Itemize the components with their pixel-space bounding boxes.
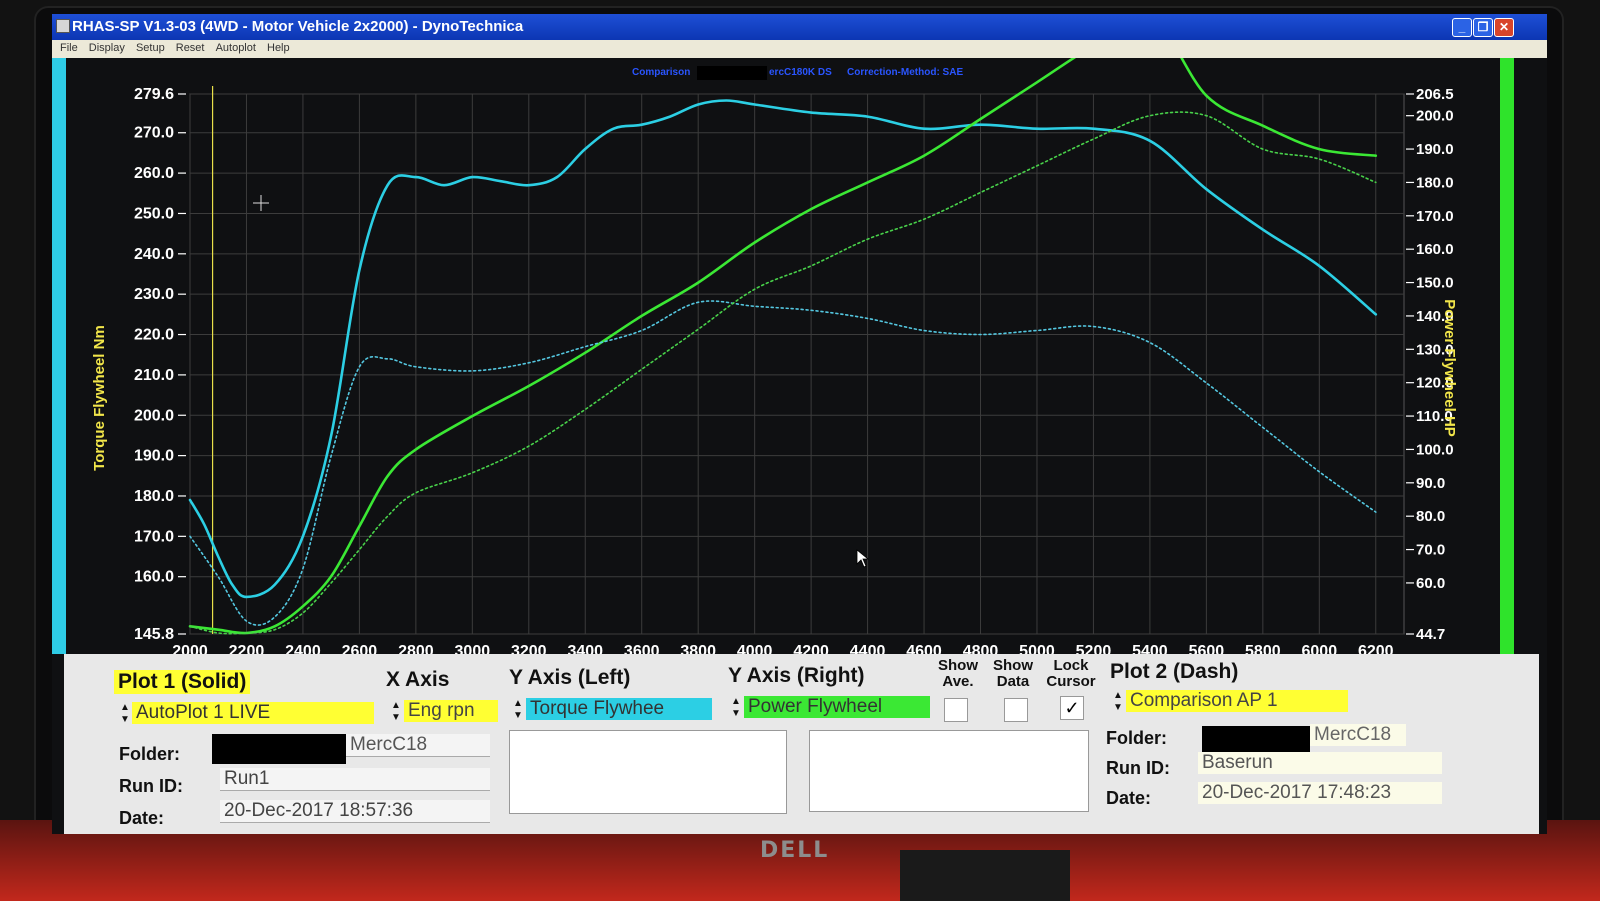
plot2-runid-label: Run ID: xyxy=(1106,758,1170,778)
y-tick-label: 190.0 xyxy=(134,448,174,465)
series-line-comparison-ap-1-power xyxy=(189,111,1377,635)
menu-setup[interactable]: Setup xyxy=(136,42,165,54)
y2-tick-label: 80.0 xyxy=(1416,508,1445,525)
plot1-runid-label: Run ID: xyxy=(119,776,183,796)
comparison-name: ercC180K DS xyxy=(769,67,832,78)
plot1-source-field[interactable]: AutoPlot 1 LIVE xyxy=(132,702,374,724)
y-left-heading: Y Axis (Left) xyxy=(509,666,631,689)
redaction-block xyxy=(212,734,346,764)
right-info-box xyxy=(809,730,1089,812)
plot2-runid-field[interactable]: Baserun xyxy=(1198,752,1442,774)
crosshair-cursor-icon xyxy=(253,195,269,211)
y2-tick-label: 70.0 xyxy=(1416,542,1445,559)
y2-tick-label: 200.0 xyxy=(1416,108,1454,125)
y-tick-label: 260.0 xyxy=(134,165,174,182)
plot2-spinner-icon[interactable]: ▲ ▼ xyxy=(1112,690,1124,716)
left-info-box xyxy=(509,730,787,814)
redaction-block xyxy=(1202,726,1310,752)
mouse-pointer-icon xyxy=(856,549,870,568)
comparison-label: Comparison xyxy=(632,67,690,78)
y2-tick-label: 180.0 xyxy=(1416,174,1454,191)
series-group xyxy=(188,58,1378,635)
y-tick-label: 210.0 xyxy=(134,367,174,384)
y2-tick-label: 150.0 xyxy=(1416,275,1454,292)
plot1-folder-label: Folder: xyxy=(119,744,180,764)
control-panel: Plot 1 (Solid) ▲ ▼ AutoPlot 1 LIVE Folder… xyxy=(64,654,1539,834)
y-axis-left-label: Torque Flywheel Nm xyxy=(91,325,108,471)
plot1-date-label: Date: xyxy=(119,808,165,828)
y2-tick-label: 190.0 xyxy=(1416,141,1454,158)
menu-bar: File Display Setup Reset Autoplot Help xyxy=(52,40,1547,58)
menu-autoplot[interactable]: Autoplot xyxy=(216,42,256,54)
plot2-date-label: Date: xyxy=(1106,788,1152,808)
x-axis-spinner-icon[interactable]: ▲ ▼ xyxy=(390,700,402,726)
plot-frame xyxy=(189,93,1405,635)
plot2-date-field[interactable]: 20-Dec-2017 17:48:23 xyxy=(1198,782,1442,804)
y-tick-label: 180.0 xyxy=(134,488,174,505)
show-ave-label: Show Ave. xyxy=(938,657,978,690)
y-right-heading: Y Axis (Right) xyxy=(728,664,865,687)
grid xyxy=(189,86,1405,635)
y2-tick-label: 206.5 xyxy=(1416,86,1454,103)
plot1-spinner-icon[interactable]: ▲ ▼ xyxy=(119,702,131,728)
close-icon[interactable]: ✕ xyxy=(1494,18,1514,37)
plot2-heading: Plot 2 (Dash) xyxy=(1110,660,1239,683)
plot1-folder-field[interactable]: MercC18 xyxy=(346,734,490,757)
minimize-icon[interactable]: _ xyxy=(1452,18,1472,37)
y-left-spinner-icon[interactable]: ▲ ▼ xyxy=(512,698,524,724)
series-line-power-flywheel xyxy=(188,58,1378,635)
x-axis-heading: X Axis xyxy=(386,668,450,691)
plot1-heading: Plot 1 (Solid) xyxy=(114,670,251,694)
y2-tick-label: 44.7 xyxy=(1416,626,1445,643)
lock-cursor-checkbox[interactable]: ✓ xyxy=(1060,696,1084,720)
y-tick-label: 270.0 xyxy=(134,125,174,142)
screen: RHAS-SP V1.3-03 (4WD - Motor Vehicle 2x2… xyxy=(52,14,1547,834)
app-icon xyxy=(56,19,70,33)
show-data-label: Show Data xyxy=(993,657,1033,690)
plot2-folder-field[interactable]: MercC18 xyxy=(1310,724,1406,746)
plot2-folder-label: Folder: xyxy=(1106,728,1167,748)
correction-method: Correction-Method: SAE xyxy=(847,67,963,78)
menu-help[interactable]: Help xyxy=(267,42,290,54)
y-tick-label: 170.0 xyxy=(134,528,174,545)
plot1-runid-field[interactable]: Run1 xyxy=(220,768,490,791)
y-tick-label: 200.0 xyxy=(134,407,174,424)
plot1-date-field[interactable]: 20-Dec-2017 18:57:36 xyxy=(220,800,490,823)
y-right-select[interactable]: Power Flywheel xyxy=(744,696,930,718)
y-tick-label: 230.0 xyxy=(134,286,174,303)
y2-tick-label: 170.0 xyxy=(1416,208,1454,225)
y-tick-label: 160.0 xyxy=(134,569,174,586)
restore-icon[interactable]: ❐ xyxy=(1473,18,1493,37)
y-tick-label: 279.6 xyxy=(134,86,174,103)
monitor-brand-logo: DELL xyxy=(760,838,830,863)
y-left-select[interactable]: Torque Flywhee xyxy=(526,698,712,720)
y-tick-label: 250.0 xyxy=(134,205,174,222)
window-title: RHAS-SP V1.3-03 (4WD - Motor Vehicle 2x2… xyxy=(72,18,524,35)
title-bar: RHAS-SP V1.3-03 (4WD - Motor Vehicle 2x2… xyxy=(52,14,1547,40)
monitor-stand xyxy=(900,850,1070,901)
x-axis-select[interactable]: Eng rpn xyxy=(404,700,498,722)
y-axis-right-label: Power Flywheel HP xyxy=(1441,299,1458,437)
menu-file[interactable]: File xyxy=(60,42,78,54)
y2-tick-label: 90.0 xyxy=(1416,475,1445,492)
y2-tick-label: 100.0 xyxy=(1416,441,1454,458)
menu-reset[interactable]: Reset xyxy=(176,42,205,54)
y-tick-label: 220.0 xyxy=(134,327,174,344)
y2-tick-label: 160.0 xyxy=(1416,241,1454,258)
plot2-source-field[interactable]: Comparison AP 1 xyxy=(1126,690,1348,712)
series-line-torque-flywheel xyxy=(188,99,1378,599)
y2-tick-label: 60.0 xyxy=(1416,575,1445,592)
lock-cursor-label: Lock Cursor xyxy=(1046,657,1096,690)
y-tick-label: 145.8 xyxy=(134,626,174,643)
show-data-checkbox[interactable] xyxy=(1004,698,1028,722)
menu-display[interactable]: Display xyxy=(89,42,125,54)
y-right-spinner-icon[interactable]: ▲ ▼ xyxy=(730,696,742,722)
y-tick-label: 240.0 xyxy=(134,246,174,263)
dyno-chart[interactable]: Comparison ercC180K DS Correction-Method… xyxy=(52,58,1547,684)
redaction-block xyxy=(697,66,767,80)
show-ave-checkbox[interactable] xyxy=(944,698,968,722)
